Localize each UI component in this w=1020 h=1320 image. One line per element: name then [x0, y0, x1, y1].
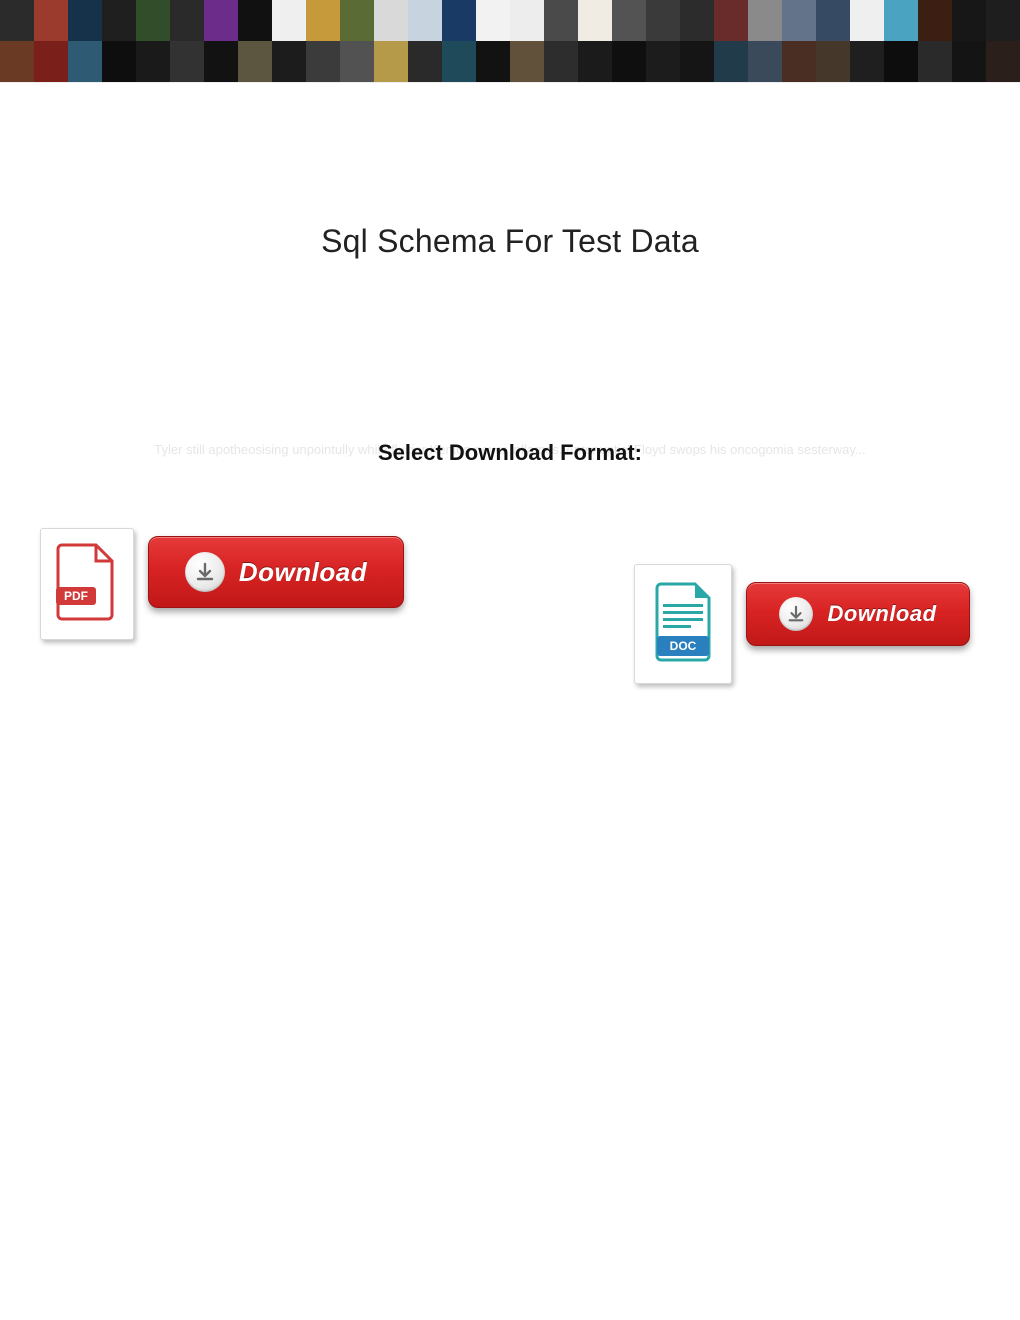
banner-tile [850, 41, 884, 82]
banner-tile [68, 41, 102, 82]
doc-badge-text: DOC [670, 639, 697, 653]
page-title: Sql Schema For Test Data [40, 223, 980, 260]
download-options: PDF Download [40, 528, 980, 684]
banner-tile [816, 41, 850, 82]
banner-tile [136, 0, 170, 41]
banner-tile [714, 0, 748, 41]
banner-tile [714, 41, 748, 82]
banner-tile [748, 41, 782, 82]
doc-file-icon: DOC [651, 580, 715, 669]
download-arrow-icon [185, 552, 225, 592]
banner-tile [986, 0, 1020, 41]
banner-tile [952, 0, 986, 41]
banner-tile [782, 0, 816, 41]
download-option-doc: DOC Download [634, 564, 970, 684]
banner-tile [544, 0, 578, 41]
banner-tile [544, 41, 578, 82]
banner-tile [680, 0, 714, 41]
banner-tile [442, 0, 476, 41]
banner-tile [204, 41, 238, 82]
banner-tile [884, 0, 918, 41]
download-arrow-icon [779, 597, 813, 631]
banner-tile [476, 0, 510, 41]
doc-file-card: DOC [634, 564, 732, 684]
banner-tile [170, 41, 204, 82]
banner-tile [0, 41, 34, 82]
banner-tile [816, 0, 850, 41]
banner-tile [306, 0, 340, 41]
banner-tile [918, 0, 952, 41]
pdf-file-icon: PDF [56, 543, 118, 626]
banner-tile [272, 41, 306, 82]
banner-tile [102, 41, 136, 82]
page-content: Sql Schema For Test Data Tyler still apo… [0, 223, 1020, 684]
banner-tile [0, 0, 34, 41]
banner-tile [374, 41, 408, 82]
banner-tile [612, 41, 646, 82]
banner-tile [578, 41, 612, 82]
banner-tile [408, 41, 442, 82]
banner-tile [782, 41, 816, 82]
banner-tile [918, 41, 952, 82]
banner-tile [340, 0, 374, 41]
banner-tile [238, 0, 272, 41]
thumbnail-banner [0, 0, 1020, 83]
banner-tile [476, 41, 510, 82]
download-option-pdf: PDF Download [40, 528, 404, 684]
banner-tile [340, 41, 374, 82]
banner-tile [850, 0, 884, 41]
banner-tile [612, 0, 646, 41]
download-doc-label: Download [827, 601, 936, 627]
banner-tile [646, 0, 680, 41]
banner-tile [306, 41, 340, 82]
select-format-row: Tyler still apotheosising unpointully wh… [40, 440, 980, 468]
banner-tile [34, 0, 68, 41]
banner-tile [510, 0, 544, 41]
pdf-badge-text: PDF [64, 589, 88, 603]
banner-tile [68, 0, 102, 41]
banner-tile [680, 41, 714, 82]
banner-tile [510, 41, 544, 82]
banner-tile [374, 0, 408, 41]
select-format-heading: Select Download Format: [40, 440, 980, 466]
banner-tile [408, 0, 442, 41]
banner-tile [884, 41, 918, 82]
banner-tile [442, 41, 476, 82]
banner-tile [102, 0, 136, 41]
download-doc-button[interactable]: Download [746, 582, 970, 646]
download-pdf-label: Download [239, 557, 367, 588]
banner-tile [170, 0, 204, 41]
banner-tile [986, 41, 1020, 82]
banner-tile [748, 0, 782, 41]
download-pdf-button[interactable]: Download [148, 536, 404, 608]
banner-tile [646, 41, 680, 82]
banner-tile [272, 0, 306, 41]
banner-tile [578, 0, 612, 41]
banner-tile [238, 41, 272, 82]
banner-tile [204, 0, 238, 41]
pdf-file-card: PDF [40, 528, 134, 640]
banner-tile [34, 41, 68, 82]
banner-tile [136, 41, 170, 82]
banner-tile [952, 41, 986, 82]
